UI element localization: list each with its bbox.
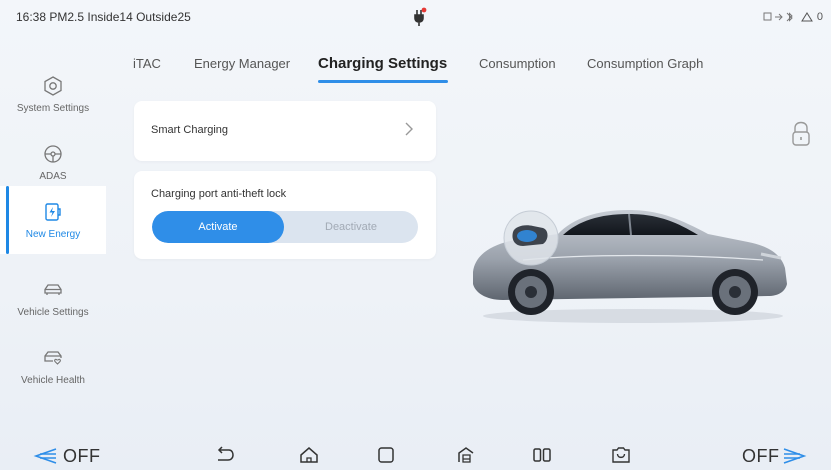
charging-icon [45, 202, 61, 221]
right-air-icon [783, 448, 807, 464]
sidebar-item-label: New Energy [25, 228, 81, 240]
sidebar: System Settings ADAS New Energy Vehicle … [0, 52, 106, 402]
sidebar-item-system-settings[interactable]: System Settings [0, 60, 106, 128]
steering-wheel-icon [44, 144, 62, 163]
split-screen-icon[interactable] [531, 444, 553, 466]
status-bar: 16:38 PM2.5 Inside14 Outside25 0 [0, 0, 831, 36]
warning-triangle-icon [800, 12, 813, 22]
active-tab-indicator [318, 80, 448, 83]
tab-consumption-graph[interactable]: Consumption Graph [587, 56, 703, 71]
sidebar-item-label: System Settings [16, 102, 90, 114]
charging-plug-icon [414, 7, 427, 26]
right-ac-status: OFF [742, 446, 780, 466]
tab-consumption[interactable]: Consumption [479, 56, 556, 71]
connectivity-icon [763, 12, 793, 22]
tab-energy-manager[interactable]: Energy Manager [194, 56, 290, 71]
car-icon [44, 283, 62, 295]
sidebar-item-label: ADAS [39, 170, 67, 182]
home-icon[interactable] [298, 444, 320, 466]
sidebar-item-label: Vehicle Settings [17, 306, 89, 318]
lock-icon[interactable] [790, 120, 812, 148]
bottom-bar: OFF OFF [0, 436, 831, 470]
recent-apps-icon[interactable] [375, 444, 397, 466]
activate-button[interactable]: Activate [152, 211, 284, 243]
status-count: 0 [816, 11, 823, 23]
tab-charging-settings[interactable]: Charging Settings [318, 55, 447, 72]
sidebar-item-new-energy[interactable]: New Energy [0, 186, 106, 254]
smart-charging-label: Smart Charging [151, 124, 229, 136]
deactivate-button[interactable]: Deactivate [284, 211, 418, 243]
anti-theft-lock-card: Charging port anti-theft lock Activate D… [134, 171, 436, 259]
car-control-icon[interactable] [455, 444, 477, 466]
tab-itac[interactable]: iTAC [133, 56, 161, 71]
car-health-icon [44, 350, 62, 365]
left-air-icon [33, 448, 57, 464]
sidebar-item-vehicle-health[interactable]: Vehicle Health [0, 332, 106, 400]
left-ac-status: OFF [63, 446, 101, 466]
anti-theft-lock-label: Charging port anti-theft lock [151, 188, 287, 200]
smart-charging-row[interactable]: Smart Charging [134, 101, 436, 161]
sidebar-item-label: Vehicle Health [21, 374, 85, 386]
sidebar-item-vehicle-settings[interactable]: Vehicle Settings [0, 264, 106, 332]
status-info: 16:38 PM2.5 Inside14 Outside25 [16, 10, 191, 24]
back-icon[interactable] [214, 444, 236, 466]
settings-hex-icon [44, 75, 62, 96]
chevron-right-icon [405, 122, 413, 136]
anti-theft-segmented-control: Activate Deactivate [152, 211, 418, 243]
camera-icon[interactable] [610, 444, 632, 466]
status-icons: 0 [763, 11, 823, 23]
car-image [473, 210, 787, 323]
